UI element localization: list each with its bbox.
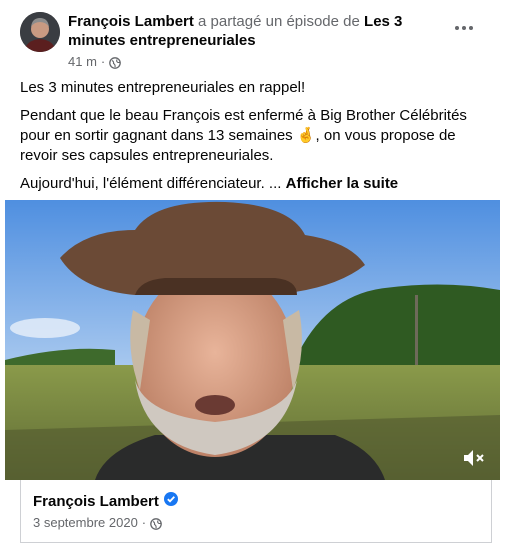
author-name-link[interactable]: François Lambert — [68, 13, 194, 30]
embed-separator: · — [141, 515, 147, 530]
author-avatar[interactable] — [20, 12, 60, 52]
verified-badge-icon — [163, 492, 178, 510]
see-more-link[interactable]: Afficher la suite — [286, 175, 399, 192]
post-meta: 41 m · — [68, 53, 122, 70]
embed-meta: 3 septembre 2020 · — [33, 515, 162, 530]
post-body: Les 3 minutes entrepreneuriales en rappe… — [20, 78, 483, 202]
embed-author-name[interactable]: François Lambert — [33, 493, 159, 510]
post-text-line-1: Les 3 minutes entrepreneuriales en rappe… — [20, 79, 306, 96]
video-player[interactable] — [5, 200, 500, 480]
post-text-line-3-content: Aujourd'hui, l'élément différenciateur. … — [20, 175, 282, 192]
meta-separator: · — [100, 54, 106, 69]
embed-date[interactable]: 3 septembre 2020 — [33, 515, 138, 530]
volume-muted-icon[interactable] — [462, 448, 486, 468]
share-action-text: a partagé un épisode de — [198, 13, 360, 30]
video-frame — [5, 200, 500, 480]
globe-icon — [109, 54, 122, 69]
post-timestamp[interactable]: 41 m — [68, 54, 97, 69]
globe-icon — [150, 515, 162, 530]
post-text-line-3: Aujourd'hui, l'élément différenciateur. … — [20, 174, 483, 194]
post-text-line-2: Pendant que le beau François est enfermé… — [20, 106, 483, 166]
post-author-line: François Lambert a partagé un épisode de… — [68, 12, 418, 50]
embed-author: François Lambert — [33, 492, 178, 510]
crossed-fingers-emoji: 🤞 — [296, 127, 316, 144]
shared-episode-card[interactable]: François Lambert 3 septembre 2020 · — [20, 480, 492, 543]
post-card: François Lambert a partagé un épisode de… — [0, 0, 505, 543]
post-header: François Lambert a partagé un épisode de… — [20, 12, 485, 70]
more-options-icon[interactable] — [449, 18, 479, 38]
